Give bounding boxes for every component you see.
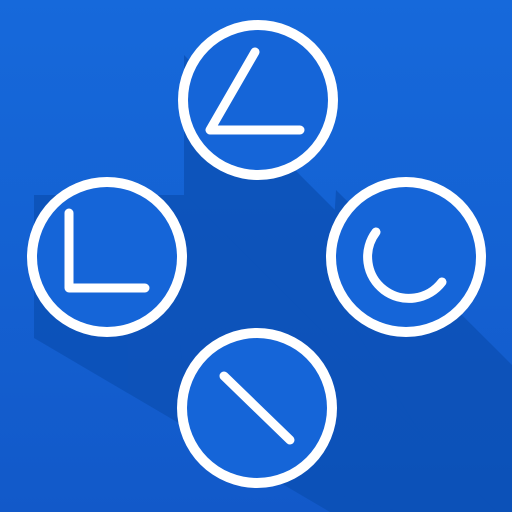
left-button[interactable]: [27, 177, 187, 337]
app-icon-artwork: [0, 0, 512, 512]
app-icon: [0, 0, 512, 512]
top-button[interactable]: [178, 20, 338, 180]
bottom-button[interactable]: [177, 328, 337, 488]
right-button[interactable]: [326, 177, 486, 337]
